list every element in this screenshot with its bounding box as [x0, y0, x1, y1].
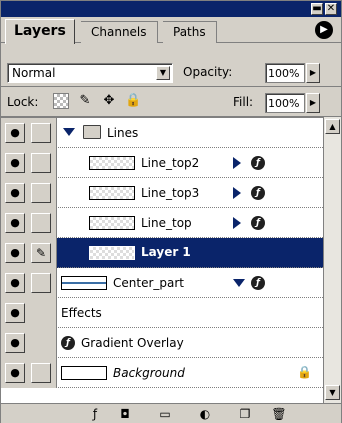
tab-layers[interactable]: Layers — [5, 19, 75, 44]
new-set-icon[interactable]: ▭ — [157, 406, 173, 422]
layer-thumbnail — [89, 246, 135, 260]
chevron-down-icon[interactable]: ▼ — [156, 66, 170, 80]
layer-row-line-top3[interactable]: ● Line_top3 ƒ — [1, 178, 323, 208]
effects-expand-icon[interactable] — [233, 279, 245, 287]
eye-icon[interactable]: ● — [5, 243, 25, 263]
lock-all-icon[interactable]: 🔒 — [125, 93, 141, 109]
effects-triangle-icon[interactable] — [233, 187, 241, 199]
layers-scrollbar[interactable]: ▲ ▼ — [323, 117, 341, 403]
add-mask-icon[interactable]: ◘ — [117, 406, 133, 422]
opacity-stepper-icon[interactable]: ▶ — [306, 63, 320, 83]
panel-titlebar: ▬ ✕ — [1, 1, 341, 17]
fx-icon: ƒ — [61, 336, 75, 350]
eye-icon[interactable]: ● — [5, 273, 25, 293]
layers-panel: ▬ ✕ Layers Channels Paths ▶ Normal ▼ Opa… — [0, 0, 342, 423]
layer-row-line-top[interactable]: ● Line_top ƒ — [1, 208, 323, 238]
lock-label: Lock: — [7, 95, 39, 109]
effects-header-row[interactable]: ● Effects — [1, 298, 323, 328]
link-slot[interactable] — [31, 183, 51, 203]
layer-row-lines[interactable]: ● Lines — [1, 118, 323, 148]
layer-name: Background — [113, 366, 185, 380]
layer-thumbnail — [89, 216, 135, 230]
effects-triangle-icon[interactable] — [233, 217, 241, 229]
opacity-field[interactable]: 100% — [265, 63, 305, 83]
layer-name: Line_top2 — [141, 156, 200, 170]
layer-row-background[interactable]: ● Background 🔒 — [1, 358, 323, 388]
layer-thumbnail — [61, 366, 107, 380]
layers-list: ● Lines ● Line_top2 ƒ ● Line_top3 ƒ ● Li… — [1, 117, 323, 403]
link-slot[interactable] — [31, 153, 51, 173]
layer-thumbnail — [61, 276, 107, 290]
effects-label: Effects — [61, 306, 102, 320]
adjustment-layer-icon[interactable]: ◐ — [197, 406, 213, 422]
scroll-down-icon[interactable]: ▼ — [325, 385, 340, 400]
layer-row-center-part[interactable]: ● Center_part ƒ — [1, 268, 323, 298]
layer-name: Line_top — [141, 216, 192, 230]
blend-mode-value: Normal — [12, 66, 56, 80]
fill-stepper-icon[interactable]: ▶ — [306, 93, 320, 113]
close-icon[interactable]: ✕ — [325, 3, 337, 15]
panel-tabs: Layers Channels Paths ▶ — [1, 17, 341, 44]
fill-field[interactable]: 100% — [265, 93, 305, 113]
layer-name: Lines — [107, 126, 139, 140]
minimize-icon[interactable]: ▬ — [311, 3, 323, 15]
eye-icon[interactable]: ● — [5, 213, 25, 233]
blend-mode-select[interactable]: Normal ▼ — [7, 63, 173, 83]
trash-icon[interactable]: 🗑 — [271, 406, 287, 422]
lock-transparency-icon[interactable] — [53, 93, 69, 109]
expand-triangle-icon[interactable] — [63, 128, 75, 136]
eye-icon[interactable]: ● — [5, 153, 25, 173]
layer-row-line-top2[interactable]: ● Line_top2 ƒ — [1, 148, 323, 178]
add-style-icon[interactable]: ƒ — [87, 406, 103, 422]
lock-move-icon[interactable]: ✥ — [101, 93, 117, 109]
lock-paint-icon[interactable]: ✎ — [77, 93, 93, 109]
layer-name: Layer 1 — [141, 245, 191, 259]
layer-thumbnail — [89, 186, 135, 200]
link-slot[interactable] — [31, 123, 51, 143]
link-slot[interactable] — [31, 213, 51, 233]
lock-icon: 🔒 — [297, 365, 312, 379]
eye-icon[interactable]: ● — [5, 333, 25, 353]
fx-icon: ƒ — [251, 186, 265, 200]
new-layer-icon[interactable]: ❐ — [237, 406, 253, 422]
eye-icon[interactable]: ● — [5, 363, 25, 383]
fx-icon: ƒ — [251, 156, 265, 170]
link-slot[interactable] — [31, 363, 51, 383]
tab-channels[interactable]: Channels — [81, 21, 158, 43]
fill-label: Fill: — [233, 95, 254, 109]
link-slot[interactable] — [31, 273, 51, 293]
layer-name: Line_top3 — [141, 186, 200, 200]
scroll-up-icon[interactable]: ▲ — [325, 119, 340, 134]
effects-triangle-icon[interactable] — [233, 157, 241, 169]
eye-icon[interactable]: ● — [5, 123, 25, 143]
tab-paths[interactable]: Paths — [163, 21, 217, 43]
effect-row-gradient-overlay[interactable]: ● ƒ Gradient Overlay — [1, 328, 323, 358]
layer-row-layer-1[interactable]: ● ✎ Layer 1 — [1, 238, 323, 268]
eye-icon[interactable]: ● — [5, 183, 25, 203]
layer-name: Center_part — [113, 276, 184, 290]
opacity-label: Opacity: — [183, 65, 233, 79]
fx-icon: ƒ — [251, 216, 265, 230]
eye-icon[interactable]: ● — [5, 303, 25, 323]
effect-name: Gradient Overlay — [81, 336, 184, 350]
panel-menu-icon[interactable]: ▶ — [315, 21, 333, 39]
brush-icon[interactable]: ✎ — [31, 243, 51, 263]
folder-icon — [83, 125, 101, 139]
layer-thumbnail — [89, 156, 135, 170]
fx-icon: ƒ — [251, 276, 265, 290]
panel-bottom-toolbar: ƒ ◘ ▭ ◐ ❐ 🗑 — [1, 403, 341, 423]
